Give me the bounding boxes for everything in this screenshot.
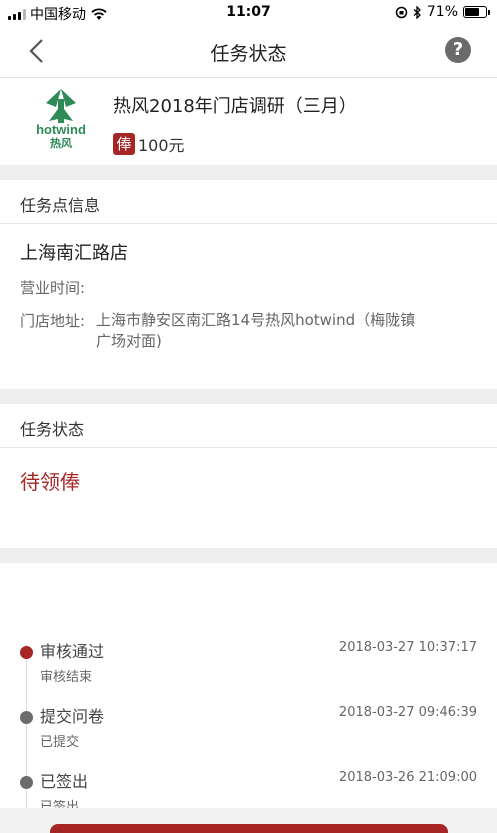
brand-name-cn: 热风 — [50, 137, 72, 150]
store-section-title: 任务点信息 — [20, 196, 101, 215]
task-card[interactable]: hotwind 热风 热风2018年门店调研（三月） 俸 100元 — [0, 79, 497, 165]
section-divider — [0, 389, 497, 404]
timeline-item-time: 2018-03-27 10:37:17 — [338, 640, 477, 655]
section-divider — [0, 165, 497, 180]
page-title: 任务状态 — [210, 43, 287, 65]
windmill-icon — [46, 89, 76, 123]
timeline-item: 已签出 已签出 2018-03-26 21:09:00 — [0, 768, 497, 808]
bluetooth-icon — [413, 5, 421, 19]
timeline-dot-icon — [20, 711, 33, 724]
reward-amount: 100元 — [138, 136, 185, 155]
task-title: 热风2018年门店调研（三月） — [113, 96, 357, 117]
timeline-item-subtitle: 审核结束 — [40, 670, 93, 685]
help-button[interactable]: ? — [445, 37, 471, 63]
brand-name-en: hotwind — [36, 122, 86, 137]
reward: 俸 100元 — [113, 132, 185, 156]
status-section-title: 任务状态 — [20, 420, 85, 439]
business-hours-label: 营业时间: — [20, 279, 86, 297]
section-divider — [0, 548, 497, 563]
timeline-item-subtitle: 已签出 — [40, 800, 80, 808]
bottom-bar — [0, 808, 497, 833]
bottom-action-button[interactable] — [50, 824, 448, 833]
status-timeline[interactable]: 审核通过审核结束 2018-03-27 10:37:17 提交问卷已提交 2018-0… — [0, 563, 497, 808]
store-address-value: 上海市静安区南汇路14号热风hotwind（梅陇镇广场对面) — [96, 311, 416, 350]
reward-badge: 俸 — [113, 133, 135, 155]
store-name: 上海南汇路店 — [20, 243, 128, 264]
timeline-dot-icon — [20, 776, 33, 789]
timeline-item-title: 审核通过 — [40, 642, 105, 661]
timeline-item-title: 已签出 — [40, 772, 89, 791]
task-status: 待领俸 — [20, 470, 80, 494]
battery-icon — [463, 6, 490, 18]
store-address-label: 门店地址: — [20, 312, 86, 330]
nav-bar: 任务状态 ? — [0, 26, 497, 78]
hotwind-logo: hotwind 热风 — [24, 85, 98, 157]
status-icons: 71% — [395, 4, 490, 20]
orientation-lock-icon — [395, 6, 408, 18]
timeline-item-time: 2018-03-27 09:46:39 — [338, 705, 477, 720]
battery-percent: 71% — [426, 4, 458, 20]
timeline-item-time: 2018-03-26 21:09:00 — [338, 770, 477, 785]
timeline-item-subtitle: 已提交 — [40, 735, 80, 750]
timeline-dot-icon — [20, 646, 33, 659]
timeline-item-title: 提交问卷 — [40, 707, 105, 726]
status-section-header: 任务状态 — [0, 404, 497, 448]
store-section-header: 任务点信息 — [0, 180, 497, 224]
timeline-item: 审核通过审核结束 2018-03-27 10:37:17 — [0, 638, 497, 698]
status-bar: 中国移动 11:07 71% — [0, 0, 497, 26]
timeline-item: 提交问卷已提交 2018-03-27 09:46:39 — [0, 703, 497, 763]
